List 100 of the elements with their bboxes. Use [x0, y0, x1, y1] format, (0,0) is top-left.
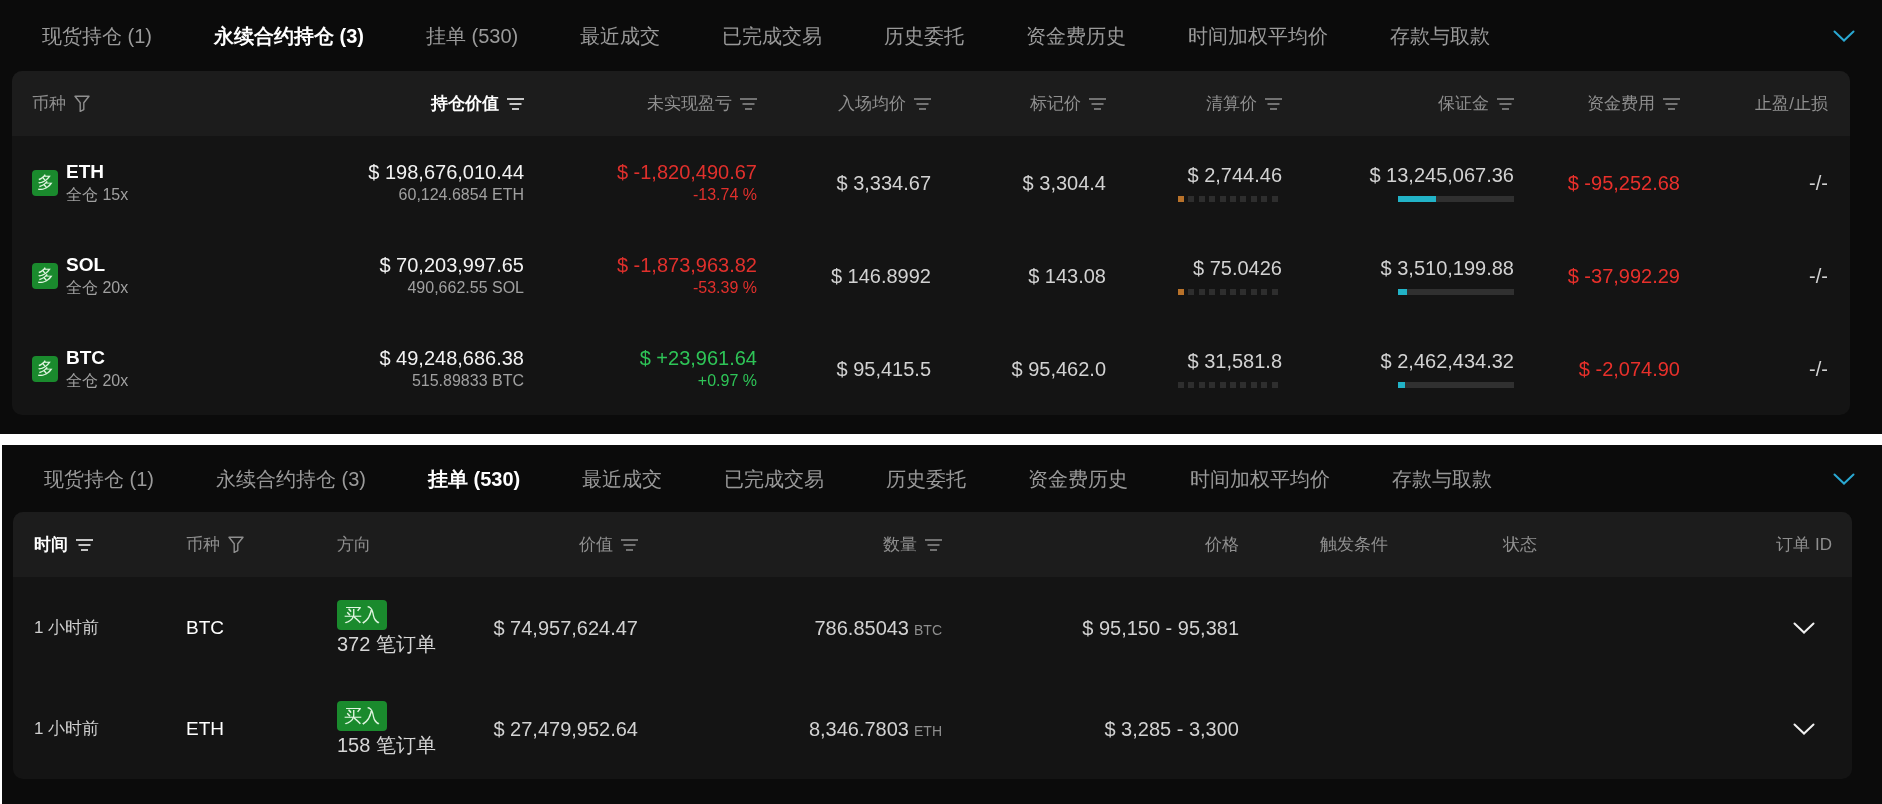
funding-fee: $ -95,252.68 [1567, 170, 1680, 195]
pnl-percent: +0.97 % [697, 370, 757, 391]
mark-price: $ 143.08 [1028, 263, 1106, 288]
tab[interactable]: 时间加权平均价 [1188, 17, 1329, 54]
order-count: 158 笔订单 [337, 732, 436, 757]
quantity-unit: ETH [914, 722, 942, 739]
margin-value: $ 2,462,434.32 [1380, 349, 1514, 373]
column-header[interactable]: 清算价 [1206, 88, 1282, 119]
quantity-unit: BTC [914, 621, 942, 638]
chevron-down-icon[interactable] [1833, 472, 1855, 485]
chevron-down-icon[interactable] [1833, 29, 1855, 42]
side-badge: 多 [32, 355, 58, 382]
sort-icon [76, 538, 93, 551]
tab[interactable]: 历史委托 [886, 460, 967, 497]
unrealized-pnl: $ -1,873,963.82 [616, 252, 757, 277]
column-header: 价格 [1205, 533, 1239, 556]
liquidation-price: $ 75.0426 [1193, 256, 1282, 280]
funding-fee: $ -2,074.90 [1578, 356, 1680, 381]
side-tag: 买入 [337, 700, 387, 731]
column-header[interactable]: 持仓价值 [431, 88, 524, 119]
funding-fee: $ -37,992.29 [1567, 263, 1680, 288]
column-header[interactable]: 未实现盈亏 [647, 88, 757, 119]
column-header[interactable]: 资金费用 [1587, 88, 1680, 119]
position-size: 515.89833 BTC [411, 370, 524, 391]
margin-mode: 全仓 20x [66, 277, 129, 298]
tab[interactable]: 永续合约持仓 (3) [214, 17, 364, 54]
position-value: $ 198,676,010.44 [368, 159, 524, 184]
tab[interactable]: 已完成交易 [722, 17, 823, 54]
column-header[interactable]: 币种 [186, 529, 244, 560]
tab[interactable]: 最近成交 [580, 17, 661, 54]
order-value: $ 74,957,624.47 [493, 615, 638, 640]
tab[interactable]: 存款与取款 [1390, 17, 1491, 54]
sort-icon [914, 97, 931, 110]
margin-value: $ 3,510,199.88 [1380, 256, 1514, 280]
asset-symbol: ETH [66, 159, 104, 184]
column-header[interactable]: 数量 [883, 529, 942, 560]
column-header[interactable]: 标记价 [1030, 88, 1106, 119]
filter-icon [228, 536, 244, 553]
price-range: $ 3,285 - 3,300 [1104, 716, 1239, 741]
asset-symbol: SOL [66, 252, 106, 277]
order-value: $ 27,479,952.64 [493, 716, 638, 741]
order-count: 372 笔订单 [337, 631, 436, 656]
column-header[interactable]: 价值 [579, 529, 638, 560]
margin-value: $ 13,245,067.36 [1369, 163, 1514, 187]
filter-icon [74, 95, 90, 112]
sort-icon [507, 97, 524, 110]
tab[interactable]: 资金费历史 [1026, 17, 1127, 54]
liquidation-price: $ 2,744.46 [1187, 163, 1282, 187]
tp-sl-value: -/- [1809, 263, 1828, 288]
position-value: $ 70,203,997.65 [379, 252, 524, 277]
sort-icon [1663, 97, 1680, 110]
tp-sl-value: -/- [1809, 170, 1828, 195]
column-header[interactable]: 保证金 [1438, 88, 1514, 119]
sort-icon [925, 538, 942, 551]
tab[interactable]: 时间加权平均价 [1190, 460, 1331, 497]
pnl-percent: -53.39 % [692, 277, 757, 298]
order-time: 1 小时前 [34, 717, 100, 740]
tab[interactable]: 挂单 (530) [426, 17, 519, 54]
mark-price: $ 95,462.0 [1011, 356, 1106, 381]
column-header[interactable]: 币种 [32, 88, 90, 119]
asset-symbol: ETH [186, 716, 224, 741]
sort-icon [1265, 97, 1282, 110]
price-range: $ 95,150 - 95,381 [1082, 615, 1239, 640]
entry-price: $ 3,334.67 [836, 170, 931, 195]
margin-mode: 全仓 15x [66, 184, 129, 205]
order-quantity: 786.85043 [814, 615, 909, 640]
sort-icon [1089, 97, 1106, 110]
tab[interactable]: 最近成交 [582, 460, 663, 497]
side-badge: 多 [32, 169, 58, 196]
asset-symbol: BTC [186, 615, 224, 640]
mark-price: $ 3,304.4 [1022, 170, 1106, 195]
tab[interactable]: 现货持仓 (1) [42, 17, 152, 54]
asset-symbol: BTC [66, 345, 106, 370]
tab[interactable]: 现货持仓 (1) [44, 460, 154, 497]
sort-icon [1497, 97, 1514, 110]
liquidation-price: $ 31,581.8 [1187, 349, 1282, 373]
sort-icon [621, 538, 638, 551]
order-quantity: 8,346.7803 [808, 716, 909, 741]
column-header: 触发条件 [1320, 533, 1388, 556]
order-time: 1 小时前 [34, 616, 100, 639]
tab[interactable]: 已完成交易 [724, 460, 825, 497]
side-badge: 多 [32, 262, 58, 289]
unrealized-pnl: $ +23,961.64 [639, 345, 757, 370]
side-tag: 买入 [337, 599, 387, 630]
column-header: 状态 [1503, 533, 1537, 556]
column-header[interactable]: 入场均价 [838, 88, 931, 119]
column-header: 订单 ID [1776, 533, 1832, 556]
tab[interactable]: 资金费历史 [1028, 460, 1129, 497]
entry-price: $ 146.8992 [830, 263, 931, 288]
margin-mode: 全仓 20x [66, 370, 129, 391]
tp-sl-value: -/- [1809, 356, 1828, 381]
tab[interactable]: 永续合约持仓 (3) [216, 460, 366, 497]
tab[interactable]: 挂单 (530) [428, 460, 521, 497]
tab[interactable]: 存款与取款 [1392, 460, 1493, 497]
tab[interactable]: 历史委托 [884, 17, 965, 54]
sort-icon [740, 97, 757, 110]
position-size: 60,124.6854 ETH [398, 184, 524, 205]
column-header[interactable]: 时间 [34, 529, 93, 560]
position-size: 490,662.55 SOL [407, 277, 524, 298]
column-header: 止盈/止损 [1755, 92, 1828, 115]
